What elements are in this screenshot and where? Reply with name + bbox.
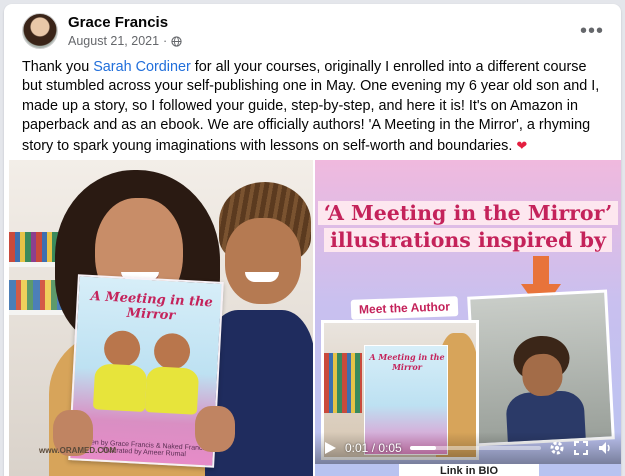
child-face: [225, 218, 301, 304]
video-time-total: 0:05: [378, 441, 402, 455]
video-progress-bar[interactable]: [409, 446, 541, 450]
more-options-button[interactable]: •••: [577, 16, 607, 46]
video-progress-fill: [409, 446, 436, 450]
hand: [195, 406, 235, 452]
author-name[interactable]: Grace Francis: [68, 14, 168, 31]
expand-icon[interactable]: [573, 440, 589, 456]
heart-emoji: ❤: [516, 137, 528, 153]
book-character-body: [92, 363, 148, 412]
post-date[interactable]: August 21, 2021: [68, 34, 159, 48]
photo-watermark: www.ORAMED.COM: [39, 446, 117, 455]
book-title: A Meeting in the Mirror: [90, 289, 214, 324]
post-text: Thank you Sarah Cordiner for all your co…: [22, 58, 606, 156]
child-face: [521, 352, 564, 397]
play-icon[interactable]: [323, 441, 337, 455]
promo-title-line1: ‘A Meeting in the Mirror’: [317, 201, 619, 225]
globe-icon: [171, 35, 182, 47]
mention-link[interactable]: Sarah Cordiner: [93, 59, 191, 75]
post-text-start: Thank you: [22, 59, 94, 75]
meet-the-author-badge: Meet the Author: [350, 296, 459, 320]
gear-icon[interactable]: [549, 440, 565, 456]
book-title: A Meeting in the Mirror: [369, 352, 445, 372]
video-controls: 0:01 / 0:05: [315, 432, 621, 464]
child-smile: [245, 272, 279, 282]
video-time: 0:01 / 0:05: [345, 441, 402, 455]
promo-title-line2: illustrations inspired by: [324, 228, 612, 252]
author-avatar[interactable]: [22, 13, 58, 49]
promo-title: ‘A Meeting in the Mirror’ illustrations …: [315, 200, 621, 254]
book-character-head: [103, 329, 142, 368]
video-time-current: 0:01: [345, 441, 369, 455]
volume-icon[interactable]: [597, 440, 613, 456]
post-card: Grace Francis August 21, 2021 · ••• Than…: [4, 4, 621, 476]
video-caption: Link in BIO: [399, 464, 539, 476]
promo-video[interactable]: ‘A Meeting in the Mirror’ illustrations …: [315, 160, 621, 476]
child-photo-thumbnail: [467, 289, 615, 447]
post-meta: August 21, 2021 ·: [68, 34, 182, 48]
photo-author-with-book[interactable]: A Meeting in the Mirror Written by Grace…: [9, 160, 313, 476]
bookshelf: [324, 353, 362, 413]
more-horizontal-icon: •••: [579, 19, 604, 42]
book-character-head: [153, 332, 191, 371]
book-character-body: [144, 366, 200, 415]
meta-separator: ·: [163, 34, 168, 48]
